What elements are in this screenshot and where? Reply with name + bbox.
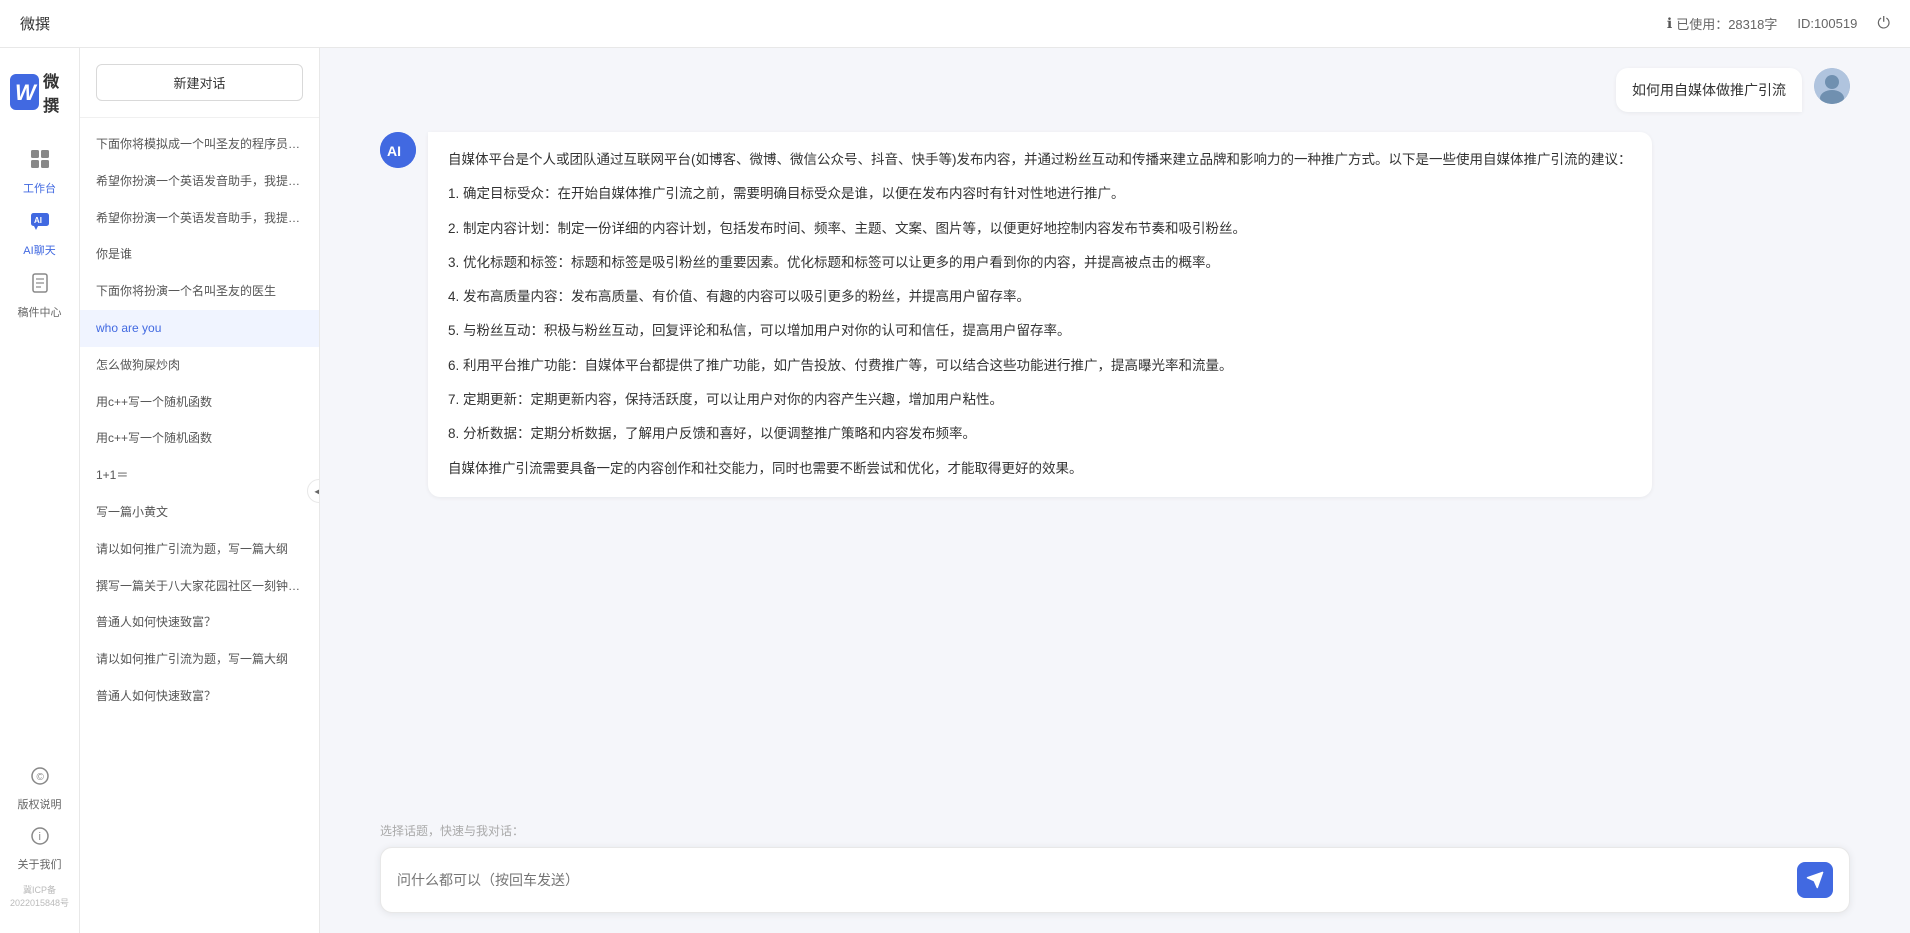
input-box [380,847,1850,913]
ai-paragraph: 自媒体推广引流需要具备一定的内容创作和社交能力，同时也需要不断尝试和优化，才能取… [448,457,1632,481]
workbench-label: 工作台 [23,180,56,196]
about-label: 关于我们 [18,856,62,872]
topbar-id: ID:100519 [1797,16,1857,31]
sidebar-list-item[interactable]: 怎么做狗屎炒肉 [80,347,319,384]
ai-paragraph: 6. 利用平台推广功能：自媒体平台都提供了推广功能，如广告投放、付费推广等，可以… [448,354,1632,378]
ai-paragraph: 7. 定期更新：定期更新内容，保持活跃度，可以让用户对你的内容产生兴趣，增加用户… [448,388,1632,412]
ai-paragraph: 2. 制定内容计划：制定一份详细的内容计划，包括发布时间、频率、主题、文案、图片… [448,217,1632,241]
logo-area: W 微撰 [0,68,79,136]
chat-input[interactable] [397,872,1785,888]
sidebar-list: 下面你将模拟成一个叫圣友的程序员，我说...希望你扮演一个英语发音助手，我提供给… [80,118,319,933]
sidebar-item-copyright[interactable]: © 版权说明 [8,763,72,815]
copyright-icon: © [30,766,50,792]
ai-message: AI 自媒体平台是个人或团队通过互联网平台(如博客、微博、微信公众号、抖音、快手… [380,132,1850,497]
drafts-icon [29,272,51,300]
sidebar-item-drafts[interactable]: 稿件中心 [8,270,72,322]
drafts-label: 稿件中心 [18,304,62,320]
left-nav: W 微撰 工作台 AI [0,48,80,933]
ai-avatar: AI [380,132,416,168]
chat-input-area: 选择话题，快速与我对话： [320,810,1910,933]
sidebar-item-workbench[interactable]: 工作台 [8,146,72,198]
user-avatar [1814,68,1850,104]
sidebar-item-ai-chat[interactable]: AI AI聊天 [8,208,72,260]
sidebar-list-item[interactable]: 普通人如何快速致富？ [80,604,319,641]
ai-paragraph: 1. 确定目标受众：在开始自媒体推广引流之前，需要明确目标受众是谁，以便在发布内… [448,182,1632,206]
chat-area: 如何用自媒体做推广引流 AI [320,48,1910,933]
svg-text:©: © [36,772,44,783]
svg-text:i: i [38,831,40,843]
ai-chat-icon: AI [29,210,51,238]
sidebar-list-item[interactable]: 下面你将扮演一个名叫圣友的医生 [80,273,319,310]
svg-text:W: W [15,80,38,105]
usage-text: 已使用：28318字 [1676,14,1777,33]
user-avatar-img [1814,68,1850,104]
topbar-usage: ℹ 已使用：28318字 [1667,14,1777,33]
sidebar-list-item[interactable]: 撰写一篇关于八大家花园社区一刻钟便民生... [80,568,319,605]
sidebar-list-item[interactable]: 你是谁 [80,236,319,273]
ai-paragraph: 5. 与粉丝互动：积极与粉丝互动，回复评论和私信，可以增加用户对你的认可和信任，… [448,319,1632,343]
logo-w-icon: W [10,74,39,110]
sidebar-item-about[interactable]: i 关于我们 [8,823,72,875]
usage-icon: ℹ [1667,15,1672,32]
sidebar-list-item[interactable]: 希望你扮演一个英语发音助手，我提供给你... [80,163,319,200]
icp-text: 冀ICP备2022015848号 [8,883,72,913]
quick-topics: 选择话题，快速与我对话： [380,822,1850,839]
svg-text:AI: AI [34,216,42,225]
sidebar: 新建对话 下面你将模拟成一个叫圣友的程序员，我说...希望你扮演一个英语发音助手… [80,48,320,933]
ai-paragraph: 3. 优化标题和标签：标题和标签是吸引粉丝的重要因素。优化标题和标签可以让更多的… [448,251,1632,275]
topbar-right: ℹ 已使用：28318字 ID:100519 ⏻ [1667,14,1890,33]
chat-messages: 如何用自媒体做推广引流 AI [320,48,1910,810]
ai-message-content: 自媒体平台是个人或团队通过互联网平台(如博客、微博、微信公众号、抖音、快手等)发… [428,132,1652,497]
sidebar-header: 新建对话 [80,48,319,118]
new-chat-button[interactable]: 新建对话 [96,64,303,101]
nav-bottom: © 版权说明 i 关于我们 冀ICP备2022015848号 [8,763,72,933]
user-message-content: 如何用自媒体做推广引流 [1616,68,1802,112]
sidebar-list-item[interactable]: 请以如何推广引流为题，写一篇大纲 [80,641,319,678]
sidebar-list-item[interactable]: 下面你将模拟成一个叫圣友的程序员，我说... [80,126,319,163]
sidebar-list-item[interactable]: 1+1＝ [80,457,319,494]
copyright-label: 版权说明 [18,796,62,812]
workbench-icon [29,148,51,176]
sidebar-list-item[interactable]: 请以如何推广引流为题，写一篇大纲 [80,531,319,568]
user-message: 如何用自媒体做推广引流 [380,68,1850,112]
ai-paragraph: 自媒体平台是个人或团队通过互联网平台(如博客、微博、微信公众号、抖音、快手等)发… [448,148,1632,172]
sidebar-list-item[interactable]: who are you [80,310,319,347]
topbar-title: 微撰 [20,13,50,34]
ai-paragraph: 4. 发布高质量内容：发布高质量、有价值、有趣的内容可以吸引更多的粉丝，并提高用… [448,285,1632,309]
logo-text: 微撰 [43,68,69,116]
sidebar-list-item[interactable]: 写一篇小黄文 [80,494,319,531]
ai-paragraph: 8. 分析数据：定期分析数据，了解用户反馈和喜好，以便调整推广策略和内容发布频率… [448,422,1632,446]
sidebar-list-item[interactable]: 用c++写一个随机函数 [80,420,319,457]
sidebar-list-item[interactable]: 用c++写一个随机函数 [80,384,319,421]
svg-text:AI: AI [387,143,401,159]
main-layout: W 微撰 工作台 AI [0,48,1910,933]
send-button[interactable] [1797,862,1833,898]
ai-chat-label: AI聊天 [23,242,55,258]
topbar: 微撰 ℹ 已使用：28318字 ID:100519 ⏻ [0,0,1910,48]
about-icon: i [30,826,50,852]
power-icon[interactable]: ⏻ [1877,15,1890,33]
sidebar-list-item[interactable]: 希望你扮演一个英语发音助手，我提供给你... [80,200,319,237]
sidebar-list-item[interactable]: 普通人如何快速致富？ [80,678,319,715]
